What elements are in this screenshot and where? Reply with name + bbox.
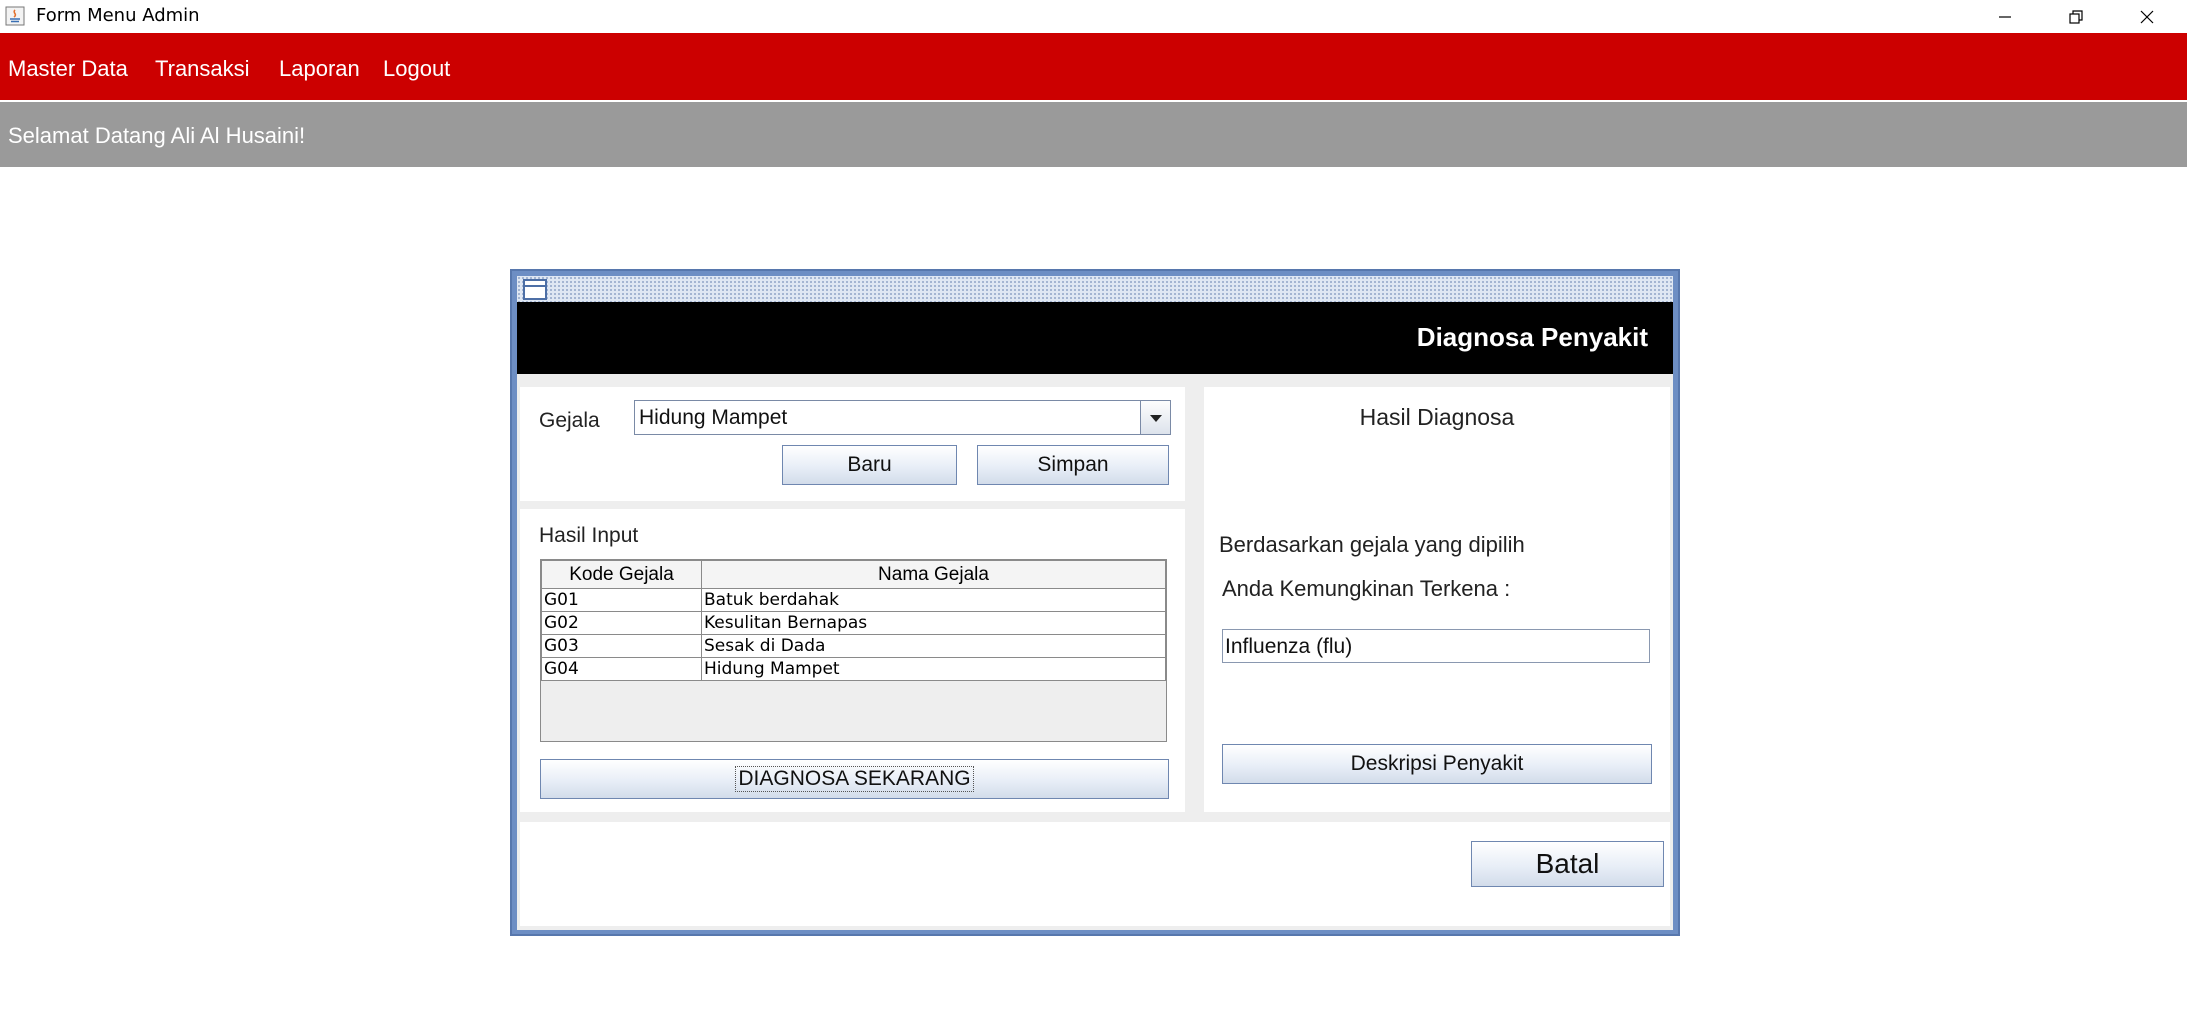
window-titlebar: Form Menu Admin: [0, 0, 2187, 33]
table-row[interactable]: G01 Batuk berdahak: [541, 588, 1166, 612]
menu-laporan[interactable]: Laporan: [279, 56, 360, 82]
batal-button[interactable]: Batal: [1471, 841, 1664, 887]
gejala-panel: Gejala Hidung Mampet Baru Simpan: [520, 387, 1185, 501]
restore-icon: [2069, 9, 2083, 24]
baru-button[interactable]: Baru: [782, 445, 957, 485]
diagnosa-result-caption: Anda Kemungkinan Terkena :: [1222, 576, 1511, 601]
restore-button[interactable]: [2041, 0, 2111, 33]
gejala-selected-value: Hidung Mampet: [639, 406, 788, 429]
chevron-down-icon: [1149, 414, 1162, 422]
table-cell-nama: Kesulitan Bernapas: [701, 611, 1166, 635]
close-button[interactable]: [2112, 0, 2182, 33]
bottom-panel: Batal: [520, 822, 1670, 926]
table-cell-kode: G01: [541, 588, 702, 612]
deskripsi-penyakit-button[interactable]: Deskripsi Penyakit: [1222, 744, 1652, 784]
internal-frame-titlebar[interactable]: [517, 276, 1673, 302]
window-title: Form Menu Admin: [36, 5, 200, 26]
menu-transaksi[interactable]: Transaksi: [155, 56, 250, 82]
column-header-kode[interactable]: Kode Gejala: [541, 560, 702, 589]
close-icon: [2140, 10, 2154, 23]
gejala-label: Gejala: [539, 409, 600, 432]
dropdown-arrow-button[interactable]: [1140, 401, 1170, 434]
gejala-combobox[interactable]: Hidung Mampet: [634, 400, 1171, 435]
hasil-diagnosa-title: Hasil Diagnosa: [1359, 404, 1515, 430]
menu-bar: Master Data Transaksi Laporan Logout: [0, 33, 2187, 100]
diagnosa-intro-text: Berdasarkan gejala yang dipilih: [1219, 532, 1525, 557]
form-title: Diagnosa Penyakit: [1416, 322, 1648, 352]
java-icon: [5, 6, 25, 26]
table-row[interactable]: G03 Sesak di Dada: [541, 634, 1166, 658]
menu-logout[interactable]: Logout: [383, 56, 450, 82]
table-cell-nama: Batuk berdahak: [701, 588, 1166, 612]
column-header-nama[interactable]: Nama Gejala: [701, 560, 1166, 589]
table-cell-kode: G03: [541, 634, 702, 658]
table-row[interactable]: G04 Hidung Mampet: [541, 657, 1166, 681]
table-cell-kode: G02: [541, 611, 702, 635]
table-cell-nama: Hidung Mampet: [701, 657, 1166, 681]
minimize-icon: [1999, 15, 2011, 18]
hasil-diagnosa-panel: Hasil Diagnosa Berdasarkan gejala yang d…: [1204, 387, 1670, 812]
diagnosa-sekarang-button[interactable]: DIAGNOSA SEKARANG: [540, 759, 1169, 799]
table-cell-nama: Sesak di Dada: [701, 634, 1166, 658]
diagnosa-result-value: Influenza (flu): [1225, 635, 1353, 658]
table-row[interactable]: G02 Kesulitan Bernapas: [541, 611, 1166, 635]
hasil-input-panel: Hasil Input Kode Gejala Nama Gejala G01 …: [520, 509, 1185, 812]
diagnosa-sekarang-label: DIAGNOSA SEKARANG: [735, 766, 974, 792]
internal-frame-body: Diagnosa Penyakit Gejala Hidung Mampet B…: [517, 302, 1673, 930]
window-icon[interactable]: [523, 279, 547, 300]
diagnosa-result-field[interactable]: Influenza (flu): [1222, 629, 1650, 663]
hasil-input-label: Hasil Input: [539, 524, 639, 547]
table-cell-kode: G04: [541, 657, 702, 681]
diagnosa-internal-frame: Diagnosa Penyakit Gejala Hidung Mampet B…: [510, 269, 1680, 936]
menu-master-data[interactable]: Master Data: [8, 56, 128, 82]
welcome-bar: Selamat Datang Ali Al Husaini!: [0, 102, 2187, 167]
simpan-button[interactable]: Simpan: [977, 445, 1169, 485]
minimize-button[interactable]: [1970, 0, 2040, 33]
form-header: Diagnosa Penyakit: [517, 302, 1673, 374]
welcome-text: Selamat Datang Ali Al Husaini!: [8, 123, 306, 148]
gejala-table[interactable]: Kode Gejala Nama Gejala G01 Batuk berdah…: [540, 559, 1167, 742]
